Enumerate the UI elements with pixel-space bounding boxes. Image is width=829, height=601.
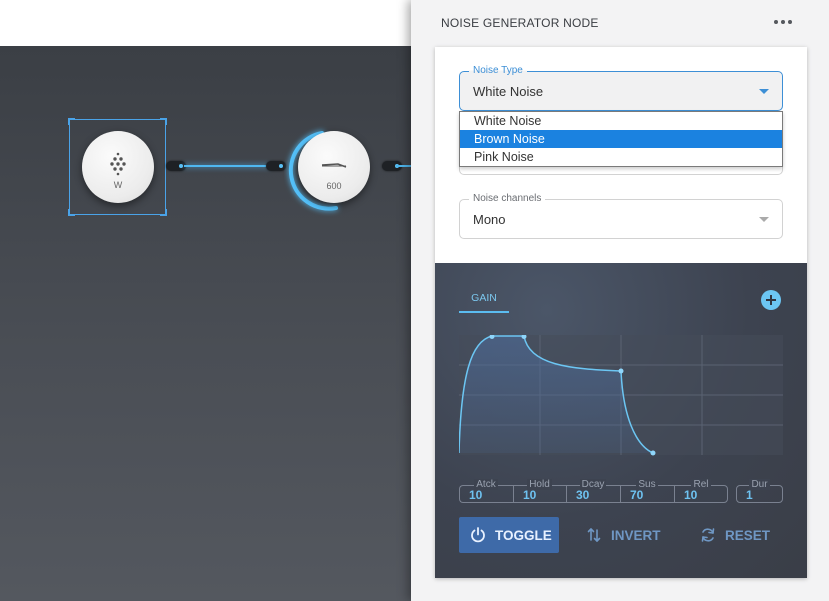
envelope-point [618,368,624,374]
node-label: 600 [326,181,342,191]
settings-card: Noise Type White Noise White Noise Brown… [435,47,807,578]
noise-dots-icon [110,152,126,176]
param-release[interactable]: Rel 10 [674,479,728,503]
swap-vertical-icon [587,528,601,542]
param-value: 70 [630,488,644,502]
param-hold[interactable]: Hold 10 [513,479,566,503]
noise-generator-node[interactable]: W [82,131,154,203]
more-options-button[interactable] [771,12,795,32]
envelope-point [650,450,656,456]
node-properties-panel: NOISE GENERATOR NODE Noise Type White No… [411,0,829,601]
reset-button[interactable]: RESET [699,517,770,553]
node-label: W [113,180,123,190]
node-output-port[interactable] [166,161,186,171]
dot-icon [788,20,792,24]
param-value: 10 [469,488,483,502]
noise-type-value: White Noise [473,84,544,99]
noise-channels-select[interactable]: Noise channels Mono [459,193,783,239]
param-value: 30 [576,488,590,502]
dropdown-option-brown-noise[interactable]: Brown Noise [460,130,782,148]
dropdown-option-white-noise[interactable]: White Noise [460,112,782,130]
param-decay[interactable]: Dcay 30 [566,479,620,503]
node-canvas[interactable]: W 600 [0,46,411,601]
add-envelope-button[interactable] [761,290,781,310]
param-value: 1 [746,488,753,502]
noise-type-dropdown: White Noise Brown Noise Pink Noise [459,111,783,167]
envelope-graph[interactable] [459,335,783,457]
invert-label: INVERT [611,527,661,543]
dot-icon [781,20,785,24]
toggle-label: TOGGLE [495,527,552,543]
toggle-button[interactable]: TOGGLE [459,517,559,553]
dropdown-option-pink-noise[interactable]: Pink Noise [460,148,782,166]
gain-dial-node[interactable]: 600 [298,131,370,203]
canvas-topbar [0,0,411,46]
tab-gain[interactable]: GAIN [459,292,509,313]
refresh-icon [701,528,715,542]
connection-wire [184,165,270,167]
param-sustain[interactable]: Sus 70 [620,479,674,503]
param-attack[interactable]: Atck 10 [459,479,513,503]
reset-label: RESET [725,527,771,543]
noise-channels-value: Mono [473,212,506,227]
param-value: 10 [684,488,698,502]
chevron-down-icon [759,217,769,222]
chevron-down-icon [759,89,769,94]
field-legend: Noise Type [469,65,527,76]
param-duration[interactable]: Dur 1 [736,479,783,503]
dot-icon [774,20,778,24]
connection-wire [396,165,411,167]
panel-title: NOISE GENERATOR NODE [441,16,599,30]
param-value: 10 [523,488,537,502]
node-input-port[interactable] [266,161,286,171]
noise-type-select[interactable]: Noise Type White Noise [459,65,783,111]
field-legend: Noise channels [469,193,546,204]
power-icon [471,527,485,543]
envelope-icon [321,163,347,168]
invert-button[interactable]: INVERT [583,517,661,553]
envelope-editor: GAIN Atck 10 Hold 10 Dcay 30 Sus 70 Rel … [435,263,807,578]
